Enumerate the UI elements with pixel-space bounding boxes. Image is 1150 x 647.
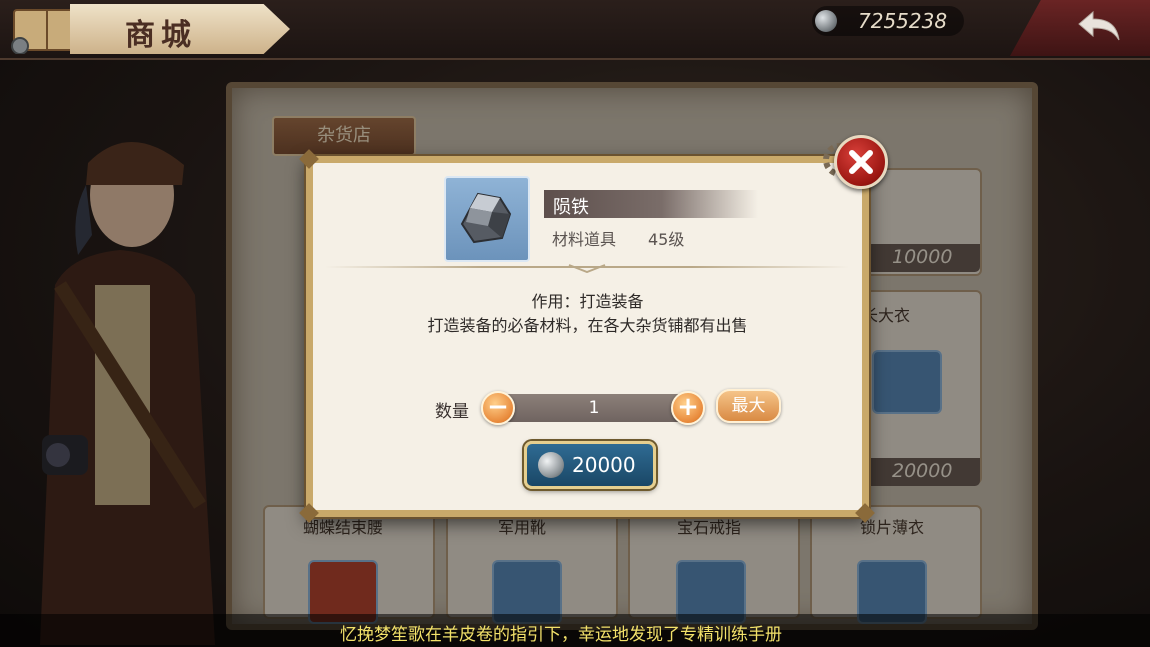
max-quantity-button[interactable]: 最大 xyxy=(716,389,781,423)
close-icon xyxy=(849,150,873,174)
item-type: 材料道具 xyxy=(552,230,617,249)
item-name: 陨铁 xyxy=(553,197,589,218)
quantity-label: 数量 xyxy=(435,402,469,422)
item-description: 打造装备的必备材料，在各大杂货铺都有出售 xyxy=(427,316,748,335)
divider-ornament xyxy=(568,264,606,273)
silver-coin-icon xyxy=(538,452,564,478)
decrease-quantity-button[interactable]: − xyxy=(481,391,515,425)
increase-quantity-button[interactable]: + xyxy=(671,391,705,425)
purchase-price: 20000 xyxy=(572,453,636,477)
quantity-value[interactable]: 1 xyxy=(497,398,691,418)
item-level: 45级 xyxy=(648,230,685,249)
announcement-text: 忆挽梦笙歌在羊皮卷的指引下，幸运地发现了专精训练手册 xyxy=(340,625,782,645)
currency-amount: 7255238 xyxy=(858,9,948,33)
plus-icon: + xyxy=(677,392,699,422)
item-effect-title: 作用：打造装备 xyxy=(531,292,644,311)
silver-coin-icon xyxy=(815,10,837,32)
minus-icon: − xyxy=(487,392,509,422)
meteorite-ore-icon xyxy=(460,192,512,244)
back-arrow-icon[interactable] xyxy=(1075,6,1125,46)
page-title: 商城 xyxy=(125,18,197,53)
close-button[interactable] xyxy=(834,135,888,189)
